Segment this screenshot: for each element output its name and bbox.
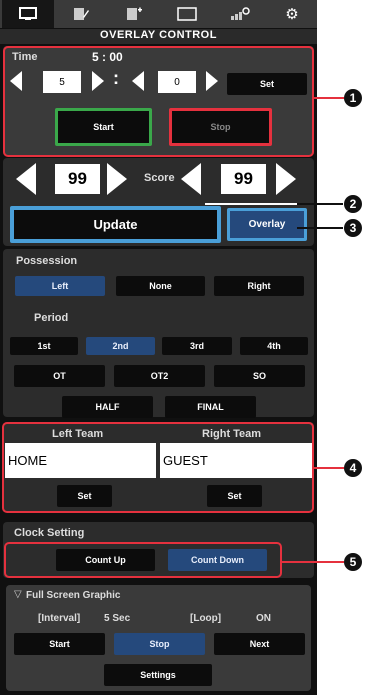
callout-line-3 [297, 227, 343, 229]
period-label: Period [34, 312, 69, 324]
period-3rd-button[interactable]: 3rd [162, 337, 232, 355]
left-score-field[interactable]: 99 [55, 164, 100, 194]
highlight-frame-time [3, 46, 314, 157]
callout-line-2 [297, 203, 343, 205]
tab-window[interactable] [161, 0, 213, 28]
collapse-triangle-icon[interactable]: ▽ [14, 589, 22, 600]
tab-monitor[interactable] [2, 0, 54, 28]
possession-label: Possession [16, 255, 78, 267]
interval-label: [Interval] [38, 613, 81, 624]
fullscreen-stop-button[interactable]: Stop [114, 633, 205, 655]
tab-document[interactable] [108, 0, 160, 28]
score-label: Score [144, 172, 175, 184]
callout-2: 2 [344, 195, 362, 213]
loop-value: ON [256, 613, 271, 624]
tab-chart-settings[interactable] [214, 0, 266, 28]
period-2nd-button[interactable]: 2nd [86, 337, 155, 355]
callout-line-5 [282, 561, 344, 563]
overlay-button[interactable]: Overlay [227, 208, 307, 241]
tab-edit[interactable] [55, 0, 107, 28]
callout-line-4 [314, 467, 344, 469]
period-ot2-button[interactable]: OT2 [114, 365, 205, 387]
possession-right-button[interactable]: Right [214, 276, 304, 296]
tab-bar: ⚙ [0, 0, 317, 28]
callout-4: 4 [344, 459, 362, 477]
possession-period-section [3, 249, 314, 417]
callout-3: 3 [344, 219, 362, 237]
tab-settings[interactable]: ⚙ [266, 0, 318, 28]
right-score-decrement-icon[interactable] [181, 163, 201, 195]
period-4th-button[interactable]: 4th [240, 337, 308, 355]
fullscreen-settings-button[interactable]: Settings [104, 664, 212, 686]
right-score-increment-icon[interactable] [276, 163, 296, 195]
period-final-button[interactable]: FINAL [165, 396, 256, 418]
possession-left-button[interactable]: Left [15, 276, 105, 296]
highlight-frame-teams [2, 422, 314, 513]
period-ot-button[interactable]: OT [14, 365, 105, 387]
edit-icon [74, 8, 89, 20]
interval-value: 5 Sec [104, 613, 131, 624]
left-score-decrement-icon[interactable] [16, 163, 36, 195]
fullscreen-start-button[interactable]: Start [14, 633, 105, 655]
highlight-frame-clock [4, 542, 282, 578]
clock-setting-label: Clock Setting [14, 527, 85, 539]
update-button[interactable]: Update [10, 206, 221, 243]
period-so-button[interactable]: SO [214, 365, 305, 387]
possession-none-button[interactable]: None [116, 276, 205, 296]
window-icon [177, 7, 197, 21]
left-score-increment-icon[interactable] [107, 163, 127, 195]
full-screen-graphic-label: Full Screen Graphic [26, 590, 121, 601]
gear-icon: ⚙ [285, 6, 299, 23]
fullscreen-next-button[interactable]: Next [214, 633, 305, 655]
callout-line-1 [314, 97, 344, 99]
period-half-button[interactable]: HALF [62, 396, 153, 418]
monitor-icon [19, 7, 37, 20]
loop-label: [Loop] [190, 613, 222, 624]
chart-settings-icon [231, 7, 250, 20]
right-score-field[interactable]: 99 [221, 164, 266, 194]
callout-5: 5 [344, 553, 362, 571]
period-1st-button[interactable]: 1st [10, 337, 78, 355]
page-title: OVERLAY CONTROL [0, 29, 317, 44]
document-add-icon [127, 7, 142, 20]
callout-1: 1 [344, 89, 362, 107]
